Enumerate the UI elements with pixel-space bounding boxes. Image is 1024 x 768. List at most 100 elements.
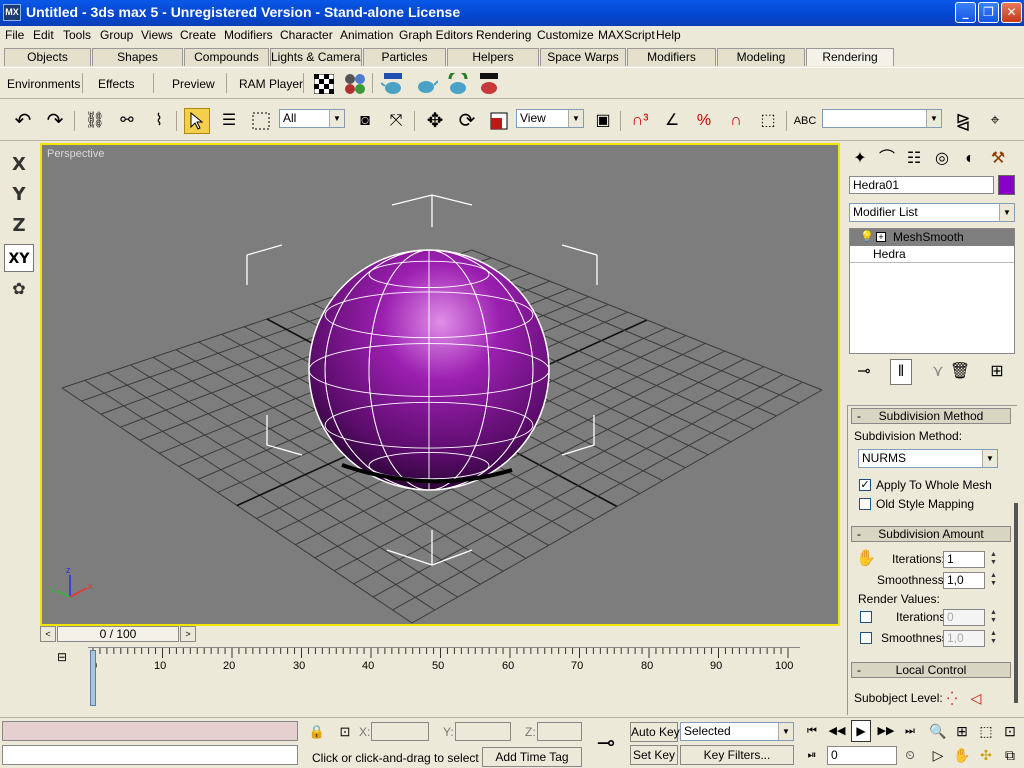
utilities-panel-icon[interactable]: ⚒ [985, 146, 1011, 172]
restrict-z-button[interactable]: Z [4, 212, 34, 240]
spinner-snap-icon[interactable]: ∩ [723, 108, 749, 134]
environments-button[interactable]: Environments [7, 77, 80, 91]
time-configuration-icon[interactable]: ⏲ [900, 744, 920, 766]
max-app-icon[interactable]: MX [3, 4, 21, 21]
unlink-icon[interactable]: ⚯ [114, 108, 140, 134]
mini-curve-editor-icon[interactable]: ⊟ [50, 647, 74, 667]
window-crossing-icon[interactable]: ◙ [352, 108, 378, 134]
zoom-extents-all-icon[interactable]: ⊡ [999, 720, 1021, 742]
absolute-mode-icon[interactable]: ⊡ [336, 720, 354, 742]
menu-character[interactable]: Character [280, 28, 333, 42]
render-iterations-spinner[interactable]: 0 [943, 609, 985, 626]
smoothness-spinner[interactable]: 1,0 [943, 572, 985, 589]
restrict-plane-icon[interactable]: ✿ [4, 275, 34, 303]
bind-space-warp-icon[interactable]: ⌇ [146, 108, 172, 134]
object-name-field[interactable]: Hedra01 [849, 176, 994, 194]
remove-modifier-icon[interactable]: 🗑 [947, 359, 973, 385]
tab-shapes[interactable]: Shapes [92, 48, 183, 66]
spinner-arrows-icon[interactable]: ▲ ▼ [988, 551, 999, 568]
move-icon[interactable]: ✥ [422, 108, 448, 134]
zoom-extents-icon[interactable]: ⬚ [975, 720, 997, 742]
reference-coordinate-dropdown[interactable]: View ▼ [516, 109, 584, 128]
rollout-subdivision-amount[interactable]: - Subdivision Amount [851, 526, 1011, 542]
set-key-button[interactable]: Set Key [630, 745, 678, 765]
z-coordinate-field[interactable] [537, 722, 582, 741]
zoom-icon[interactable]: 🔍 [927, 720, 949, 742]
modify-panel-icon[interactable]: ⌒ [874, 146, 900, 172]
rollout-local-control[interactable]: - Local Control [851, 662, 1011, 678]
motion-panel-icon[interactable]: ◎ [929, 146, 955, 172]
menu-modifiers[interactable]: Modifiers [224, 28, 273, 42]
quick-render-teapot-icon[interactable] [413, 71, 439, 97]
menu-file[interactable]: File [5, 28, 24, 42]
panel-scrollbar[interactable] [1014, 503, 1018, 703]
select-and-link-icon[interactable]: ⛓ [82, 108, 108, 134]
named-selection-icon[interactable]: ⬚ [755, 108, 781, 134]
render-scene-teapot-icon[interactable] [380, 71, 406, 97]
menu-customize[interactable]: Customize [537, 28, 594, 42]
zoom-all-icon[interactable]: ⊞ [951, 720, 973, 742]
align-icon[interactable]: ⌖ [982, 108, 1008, 134]
close-button[interactable]: ✕ [1001, 2, 1022, 23]
select-and-move-icon[interactable]: ⤧ [383, 108, 409, 134]
add-time-tag-button[interactable]: Add Time Tag [482, 747, 582, 767]
key-filters-button[interactable]: Key Filters... [680, 745, 794, 765]
named-selection-dropdown[interactable]: ▼ [822, 109, 942, 128]
vertex-subobject-icon[interactable]: ⁛ [939, 685, 965, 711]
menu-rendering[interactable]: Rendering [476, 28, 531, 42]
menu-create[interactable]: Create [180, 28, 216, 42]
menu-graph-editors[interactable]: Graph Editors [399, 28, 473, 42]
lightbulb-icon[interactable]: 💡 [860, 230, 874, 243]
show-end-result-icon[interactable]: ‖ [890, 359, 912, 385]
menu-tools[interactable]: Tools [63, 28, 91, 42]
redo-icon[interactable]: ↷ [42, 108, 68, 134]
track-ruler[interactable]: 0 10 20 30 40 50 60 70 80 90 100 [88, 647, 800, 706]
field-of-view-icon[interactable]: ▷ [927, 744, 949, 766]
spinner-arrows-icon[interactable]: ▲ ▼ [988, 609, 999, 626]
tab-space-warps[interactable]: Space Warps [540, 48, 626, 66]
play-icon[interactable]: ▶ [851, 720, 871, 742]
percent-snap-icon[interactable]: % [691, 108, 717, 134]
menu-views[interactable]: Views [141, 28, 173, 42]
tab-compounds[interactable]: Compounds [184, 48, 269, 66]
tab-objects[interactable]: Objects [4, 48, 91, 66]
snap-3d-icon[interactable]: ∩³ [627, 108, 653, 134]
menu-help[interactable]: Help [656, 28, 681, 42]
current-frame-marker[interactable] [90, 650, 96, 706]
next-frame-icon[interactable]: ▶▶ [876, 720, 896, 742]
menu-group[interactable]: Group [100, 28, 133, 42]
maxscript-output-field[interactable] [2, 745, 298, 765]
render-smoothness-checkbox[interactable] [860, 632, 872, 644]
spinner-arrows-icon[interactable]: ▲ ▼ [988, 572, 999, 589]
menu-edit[interactable]: Edit [33, 28, 54, 42]
modifier-list-dropdown[interactable]: Modifier List ▼ [849, 203, 1015, 222]
go-to-start-icon[interactable]: ⏮ [802, 720, 822, 742]
select-by-name-icon[interactable]: ☰ [216, 108, 242, 134]
material-browser-icon[interactable] [342, 71, 368, 97]
stack-item-hedra[interactable]: Hedra [850, 246, 1014, 263]
time-slider-prev-icon[interactable]: < [40, 626, 56, 642]
preview-button[interactable]: Preview [172, 77, 215, 91]
rotate-icon[interactable]: ⟳ [454, 108, 480, 134]
restore-button[interactable]: ❐ [978, 2, 999, 23]
key-selection-dropdown[interactable]: Selected ▼ [680, 722, 794, 741]
subdivision-method-dropdown[interactable]: NURMS ▼ [858, 449, 998, 468]
lock-icon[interactable]: 🔒 [308, 720, 326, 742]
expand-plus-icon[interactable]: + [876, 232, 886, 242]
tab-modeling[interactable]: Modeling [717, 48, 805, 66]
time-slider-thumb[interactable]: 0 / 100 [57, 626, 179, 642]
apply-whole-mesh-checkbox[interactable]: ✓ [859, 479, 871, 491]
rollout-subdivision-method[interactable]: - Subdivision Method [851, 408, 1011, 424]
edge-subobject-icon[interactable]: ◁ [963, 685, 989, 711]
restrict-y-button[interactable]: Y [4, 181, 34, 209]
effects-button[interactable]: Effects [98, 77, 134, 91]
perspective-viewport[interactable]: Perspective z x y [40, 143, 840, 626]
selection-filter-dropdown[interactable]: All ▼ [279, 109, 345, 128]
angle-snap-icon[interactable]: ∠ [659, 108, 685, 134]
iterations-spinner[interactable]: 1 [943, 551, 985, 568]
current-frame-field[interactable]: 0 [827, 746, 897, 765]
tab-helpers[interactable]: Helpers [447, 48, 539, 66]
ram-player-button[interactable]: RAM Player [239, 77, 303, 91]
time-slider-next-icon[interactable]: > [180, 626, 196, 642]
pivot-point-center-icon[interactable]: ▣ [590, 108, 616, 134]
